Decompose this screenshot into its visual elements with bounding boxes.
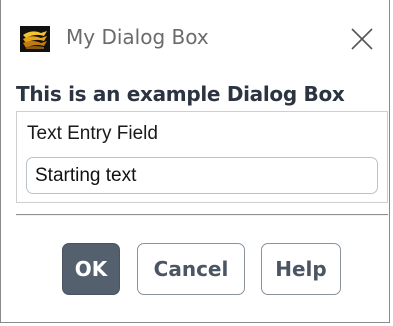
text-entry-label: Text Entry Field <box>27 123 158 144</box>
window-title: My Dialog Box <box>66 25 209 49</box>
dialog-heading: This is an example Dialog Box <box>16 82 345 106</box>
separator <box>16 214 388 216</box>
close-button[interactable] <box>345 22 379 56</box>
help-button[interactable]: Help <box>261 243 341 295</box>
text-entry-field[interactable] <box>26 157 378 194</box>
title-bar[interactable]: My Dialog Box <box>1 0 389 72</box>
close-icon <box>351 28 373 50</box>
cancel-button[interactable]: Cancel <box>137 243 245 295</box>
app-logo-icon <box>20 26 50 52</box>
ok-button[interactable]: OK <box>62 243 120 295</box>
dialog-window: My Dialog Box This is an example Dialog … <box>0 0 390 323</box>
